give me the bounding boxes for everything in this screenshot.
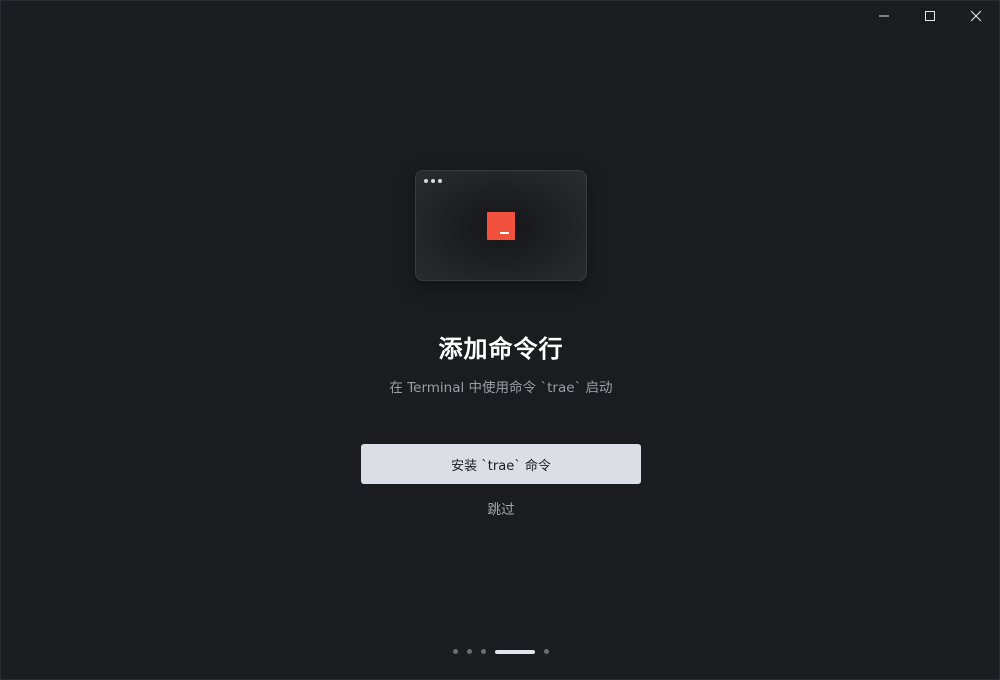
step-pager (1, 649, 1000, 654)
minimize-button[interactable] (861, 1, 907, 31)
maximize-button[interactable] (907, 1, 953, 31)
window-dots-icon (424, 179, 442, 183)
pager-dot[interactable] (467, 649, 472, 654)
install-command-button[interactable]: 安装 `trae` 命令 (361, 444, 641, 484)
onboarding-window: 添加命令行 在 Terminal 中使用命令 `trae` 启动 安装 `tra… (0, 0, 1000, 680)
window-controls (861, 1, 999, 31)
skip-link[interactable]: 跳过 (451, 498, 551, 518)
cursor-mark (500, 232, 509, 234)
pager-dot[interactable] (544, 649, 549, 654)
terminal-illustration (415, 170, 587, 281)
minimize-icon (879, 15, 889, 17)
close-icon (970, 10, 982, 22)
page-subtitle: 在 Terminal 中使用命令 `trae` 启动 (389, 380, 613, 396)
close-button[interactable] (953, 1, 999, 31)
maximize-icon (925, 11, 935, 21)
pager-dot[interactable] (481, 649, 486, 654)
page-title: 添加命令行 (438, 335, 564, 363)
pager-dot[interactable] (453, 649, 458, 654)
pager-dot-active[interactable] (495, 649, 535, 654)
terminal-icon (487, 212, 515, 240)
